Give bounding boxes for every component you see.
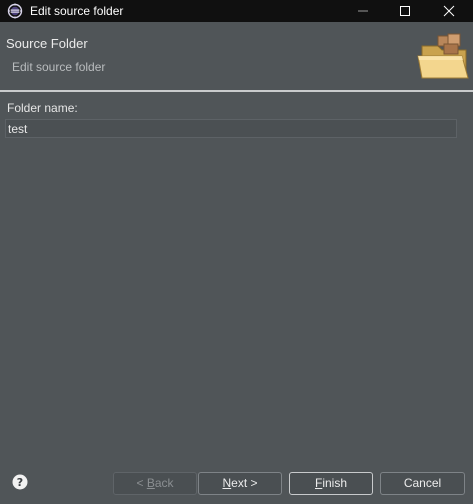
maximize-button[interactable] <box>383 0 427 22</box>
minimize-icon <box>358 10 368 12</box>
next-button[interactable]: Next > <box>198 472 282 495</box>
window-title: Edit source folder <box>30 4 124 18</box>
title-bar[interactable]: Edit source folder <box>0 0 473 22</box>
back-label-rest: ack <box>154 476 174 490</box>
dialog-window: Edit source folder Source Folder Edit so… <box>0 0 473 504</box>
folder-name-label: Folder name: <box>7 101 78 115</box>
close-button[interactable] <box>427 0 471 22</box>
banner-description: Edit source folder <box>12 60 106 74</box>
back-button[interactable]: < Back <box>113 472 197 495</box>
next-mnemonic: N <box>222 476 232 490</box>
help-icon: ? <box>12 474 28 490</box>
folder-icon <box>414 32 470 82</box>
svg-text:?: ? <box>17 476 23 489</box>
next-label-rest: ext > <box>231 476 258 490</box>
folder-name-input[interactable] <box>5 119 457 138</box>
finish-label-rest: inish <box>322 476 348 490</box>
back-mnemonic: B <box>146 476 155 490</box>
cancel-button[interactable]: Cancel <box>380 472 465 495</box>
close-icon <box>443 5 455 17</box>
maximize-icon <box>400 6 410 16</box>
minimize-button[interactable] <box>341 0 385 22</box>
banner-title: Source Folder <box>6 36 88 51</box>
banner-separator <box>0 90 473 92</box>
finish-button[interactable]: Finish <box>289 472 373 495</box>
back-prefix: < <box>136 476 147 490</box>
help-button[interactable]: ? <box>12 474 28 490</box>
wizard-banner: Source Folder Edit source folder <box>0 22 473 90</box>
eclipse-app-icon <box>7 3 23 19</box>
